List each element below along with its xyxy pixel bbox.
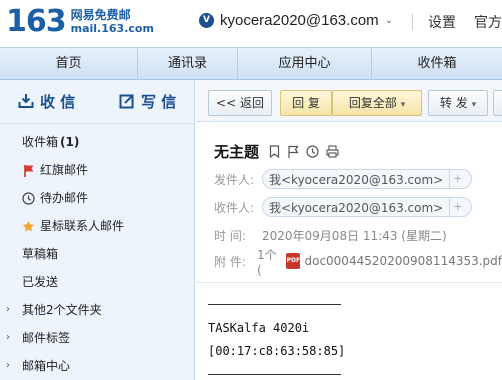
- logo-title: 网易免费邮: [70, 8, 131, 22]
- time-label: 时 间:: [214, 228, 246, 243]
- account-email: kyocera2020@163.com: [220, 12, 379, 29]
- vip-icon: V: [199, 13, 214, 28]
- sidebar-item-label: 其他2个文件夹: [22, 303, 102, 317]
- tab-inbox[interactable]: 收件箱: [372, 48, 502, 80]
- sender-chip[interactable]: 我<kyocera2020@163.com> +: [262, 169, 473, 189]
- subject-row: 无主题: [214, 141, 346, 161]
- header-body-divider: [196, 282, 502, 283]
- logo-number: 163: [6, 4, 67, 39]
- official-link[interactable]: 官方: [474, 12, 502, 32]
- sidebar-item-label: 邮件标签: [22, 331, 71, 345]
- tab-contacts[interactable]: 通讯录: [138, 48, 238, 80]
- to-label: 收件人:: [214, 200, 255, 215]
- recipient-chip[interactable]: 我<kyocera2020@163.com> +: [262, 197, 473, 217]
- chevron-down-icon: ⌄: [384, 15, 394, 26]
- pdf-file-icon: PDF: [286, 253, 301, 269]
- back-button[interactable]: << 返回: [208, 90, 272, 116]
- mail-reader: << 返回 回 复 回复全部 ▾ 转 发 ▾ 无主题 发件人: 我<kyocer…: [196, 80, 502, 380]
- chevron-down-icon[interactable]: ▾: [401, 100, 406, 110]
- tab-home[interactable]: 首页: [0, 48, 138, 80]
- sender-address: 我<kyocera2020@163.com>: [269, 172, 444, 187]
- receive-label: 收 信: [40, 92, 76, 111]
- mail-logo[interactable]: 163 网易免费邮 mail.163.com: [6, 4, 154, 44]
- more-actions-button[interactable]: [493, 90, 502, 116]
- reply-button[interactable]: 回 复: [280, 90, 332, 116]
- recipient-address: 我<kyocera2020@163.com>: [269, 200, 444, 215]
- sidebar-item-other-folders[interactable]: › 其他2个文件夹: [0, 296, 194, 324]
- attachment-label: 附 件:: [214, 254, 246, 269]
- attachment-count: 1个 (: [256, 247, 277, 277]
- flag-icon[interactable]: [287, 145, 299, 158]
- reply-all-label: 回复全部: [348, 96, 397, 110]
- sidebar-item-label: 星标联系人邮件: [40, 219, 125, 233]
- expand-arrow-icon[interactable]: ›: [6, 324, 10, 352]
- tab-app-center[interactable]: 应用中心: [238, 48, 372, 80]
- reader-toolbar: << 返回 回 复 回复全部 ▾ 转 发 ▾: [196, 80, 502, 122]
- sidebar-item-drafts[interactable]: 草稿箱: [0, 240, 194, 268]
- clock-icon[interactable]: [306, 144, 319, 158]
- sidebar-item-starred[interactable]: 星标联系人邮件: [0, 212, 194, 240]
- star-icon: [22, 220, 35, 233]
- chevron-down-icon[interactable]: ▾: [472, 100, 477, 110]
- compose-button[interactable]: 写 信: [119, 90, 176, 112]
- forward-button[interactable]: 转 发 ▾: [428, 90, 488, 116]
- sidebar-item-sent[interactable]: 已发送: [0, 268, 194, 296]
- expand-arrow-icon[interactable]: ›: [6, 352, 10, 380]
- sidebar-item-label: 已发送: [22, 275, 59, 289]
- sidebar-item-mail-center[interactable]: › 邮箱中心: [0, 352, 194, 380]
- main-nav: 首页 通讯录 应用中心 收件箱: [0, 47, 502, 80]
- body-rule: [208, 304, 341, 305]
- sidebar-actions: 收 信 写 信: [0, 80, 194, 124]
- sidebar-item-label: 邮箱中心: [22, 359, 71, 373]
- add-contact-icon[interactable]: +: [449, 170, 465, 188]
- to-row: 收件人: 我<kyocera2020@163.com> +: [214, 196, 473, 218]
- logo-domain: mail.163.com: [70, 22, 154, 35]
- inbox-download-icon: [18, 94, 34, 108]
- add-contact-icon[interactable]: +: [449, 198, 465, 216]
- time-row: 时 间: 2020年09月08日 11:43 (星期二): [214, 224, 447, 246]
- sidebar-item-label: 收件箱: [22, 135, 59, 149]
- attachment-link[interactable]: doc00044520200908114353.pdf: [304, 254, 502, 268]
- sidebar-item-todo[interactable]: 待办邮件: [0, 184, 194, 212]
- mail-subject: 无主题: [214, 142, 260, 161]
- body-line-mac: [00:17:c8:63:58:85]: [208, 344, 346, 358]
- account-menu[interactable]: V kyocera2020@163.com ⌄: [199, 12, 393, 29]
- attachment-row: 附 件: 1个 ( PDF doc00044520200908114353.pd…: [214, 248, 502, 277]
- forward-label: 转 发: [439, 96, 468, 110]
- settings-link[interactable]: 设置: [428, 12, 456, 32]
- reply-all-button[interactable]: 回复全部 ▾: [332, 90, 422, 116]
- expand-arrow-icon[interactable]: ›: [6, 296, 10, 324]
- sidebar-item-label: 草稿箱: [22, 247, 59, 261]
- divider: [412, 14, 413, 30]
- sent-time: 2020年09月08日 11:43 (星期二): [262, 228, 447, 243]
- sidebar-item-inbox[interactable]: 收件箱 (1): [0, 128, 194, 156]
- sidebar-item-tags[interactable]: › 邮件标签: [0, 324, 194, 352]
- sidebar-item-label: 待办邮件: [40, 191, 89, 205]
- sidebar-item-label: 红旗邮件: [40, 163, 89, 177]
- from-row: 发件人: 我<kyocera2020@163.com> +: [214, 168, 473, 190]
- unread-count: (1): [60, 135, 80, 149]
- red-flag-icon: [22, 164, 35, 177]
- folder-list: 收件箱 (1) 红旗邮件 待办邮件 星标联系人邮件 草稿箱 已发送 › 其他2个…: [0, 128, 194, 380]
- receive-button[interactable]: 收 信: [18, 90, 75, 112]
- bookmark-icon[interactable]: [269, 144, 280, 158]
- compose-icon: [119, 94, 134, 109]
- clock-icon: [22, 191, 35, 205]
- body-line-model: TASKalfa 4020i: [208, 321, 310, 335]
- sidebar-item-flagged[interactable]: 红旗邮件: [0, 156, 194, 184]
- compose-label: 写 信: [141, 92, 177, 111]
- top-header: 163 网易免费邮 mail.163.com V kyocera2020@163…: [0, 0, 502, 47]
- print-icon[interactable]: [326, 144, 339, 158]
- sidebar: 收 信 写 信 收件箱 (1) 红旗邮件 待办邮件 星标联系人邮件 草稿箱 已发…: [0, 80, 195, 380]
- body-rule: [208, 374, 341, 375]
- from-label: 发件人:: [214, 172, 255, 187]
